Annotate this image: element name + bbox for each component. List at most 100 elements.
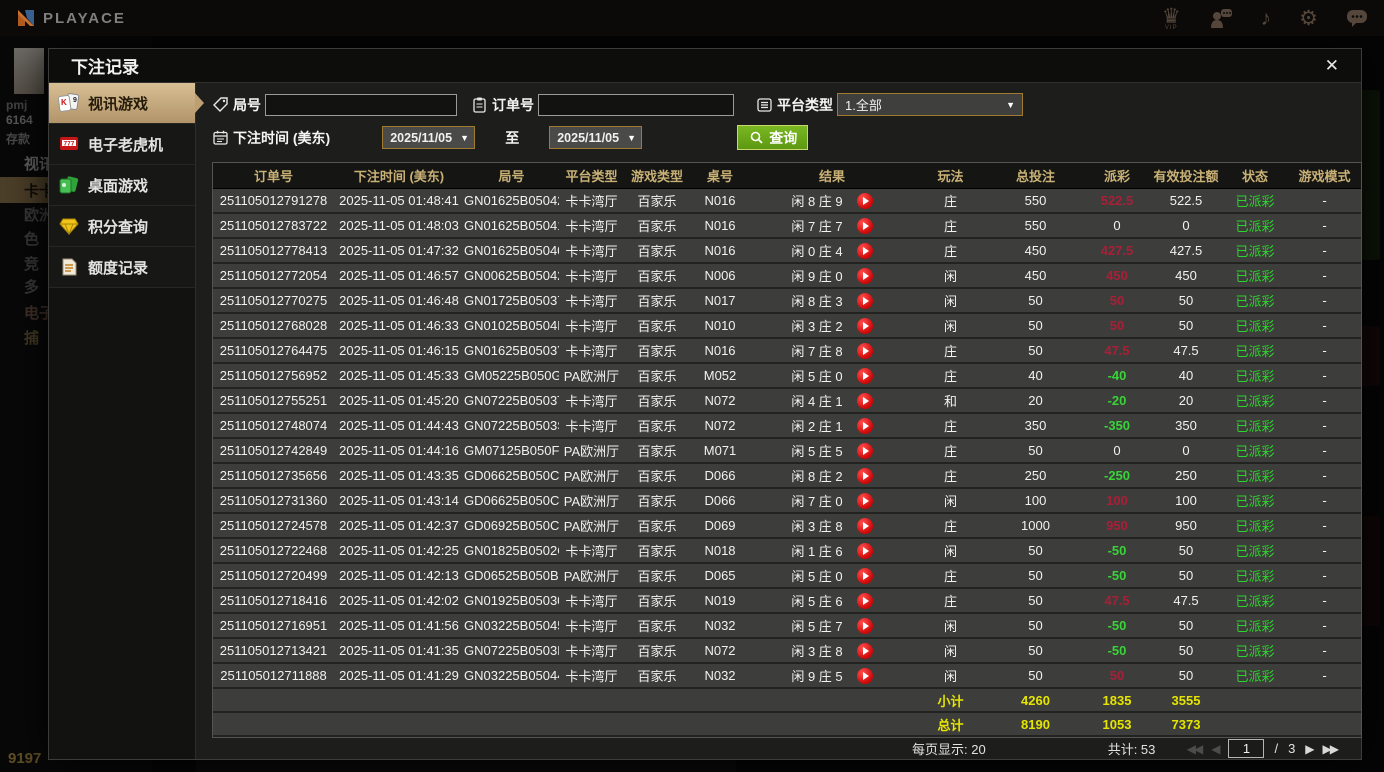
order-number-input[interactable] bbox=[538, 93, 734, 116]
replay-play-button[interactable] bbox=[856, 367, 873, 384]
result-text: 闲 5 庄 6 bbox=[791, 594, 843, 609]
replay-play-button[interactable] bbox=[856, 617, 873, 634]
cell-round-number: GN01625B05040 bbox=[464, 243, 559, 258]
col-header: 平台类型 bbox=[565, 169, 618, 184]
cell-table-number: N032 bbox=[704, 668, 736, 683]
replay-play-button[interactable] bbox=[856, 192, 873, 209]
search-button[interactable]: 查询 bbox=[737, 125, 809, 150]
replay-play-button[interactable] bbox=[856, 317, 873, 334]
tab-slots[interactable]: 777 电子老虎机 bbox=[49, 124, 195, 165]
music-icon[interactable]: ♪ bbox=[1261, 8, 1272, 29]
cell-table-number: D069 bbox=[704, 518, 736, 533]
cell-result: 闲 5 庄 0 bbox=[750, 566, 914, 585]
play-triangle-icon bbox=[862, 521, 869, 530]
total-count-label: 共计: 53 bbox=[1107, 742, 1156, 757]
replay-play-button[interactable] bbox=[856, 517, 873, 534]
cell-total-bet: 50 bbox=[1028, 593, 1043, 608]
replay-play-button[interactable] bbox=[856, 442, 873, 459]
cell-game-mode: - bbox=[1322, 493, 1327, 508]
modal-tab-column: 9 K 视讯游戏 777 电子老虎机 桌面游戏 积分查询 额度记录 bbox=[49, 83, 196, 759]
next-page-icon[interactable]: ▶ bbox=[1305, 742, 1314, 756]
first-page-icon[interactable]: ◀◀ bbox=[1187, 742, 1204, 756]
table-row: 251105012735656 2025-11-05 01:43:35 GD0662… bbox=[213, 464, 1361, 489]
tab-points-query[interactable]: 积分查询 bbox=[49, 206, 195, 247]
cell-payout: 0 bbox=[1113, 218, 1121, 233]
modal-content: 局号 订单号 平台类型 1.全部 ▼ 下注时间 (美东) 2025/11/05 … bbox=[196, 83, 1362, 759]
cell-game-mode: - bbox=[1322, 393, 1327, 408]
replay-play-button[interactable] bbox=[856, 267, 873, 284]
cell-total-bet: 50 bbox=[1028, 668, 1043, 683]
tab-live-games[interactable]: 9 K 视讯游戏 bbox=[49, 83, 195, 124]
page-number-input[interactable] bbox=[1228, 739, 1265, 758]
cell-status: 已派彩 bbox=[1235, 519, 1275, 534]
close-icon[interactable]: ✕ bbox=[1319, 54, 1345, 78]
diamond-icon bbox=[58, 216, 80, 236]
platform-type-select[interactable]: 1.全部 ▼ bbox=[837, 93, 1023, 116]
cell-game-type: 百家乐 bbox=[637, 269, 677, 284]
replay-play-button[interactable] bbox=[856, 217, 873, 234]
result-text: 闲 2 庄 1 bbox=[791, 419, 843, 434]
cell-bet-time: 2025-11-05 01:46:33 bbox=[339, 318, 459, 333]
replay-play-button[interactable] bbox=[856, 567, 873, 584]
play-triangle-icon bbox=[862, 296, 869, 305]
col-header: 下注时间 (美东) bbox=[353, 169, 445, 184]
cell-game-type: 百家乐 bbox=[637, 219, 677, 234]
tab-table-games[interactable]: 桌面游戏 bbox=[49, 165, 195, 206]
result-text: 闲 9 庄 0 bbox=[791, 269, 843, 284]
replay-play-button[interactable] bbox=[856, 292, 873, 309]
cell-play-type: 闲 bbox=[943, 619, 957, 634]
replay-play-button[interactable] bbox=[856, 667, 873, 684]
col-header: 有效投注额 bbox=[1153, 169, 1219, 184]
cell-game-type: 百家乐 bbox=[637, 419, 677, 434]
round-number-input[interactable] bbox=[265, 93, 457, 116]
cell-platform: PA欧洲厅 bbox=[563, 494, 620, 509]
support-icon[interactable] bbox=[1209, 8, 1233, 28]
replay-play-button[interactable] bbox=[856, 642, 873, 659]
chevron-down-icon: ▼ bbox=[627, 132, 637, 143]
cell-platform: PA欧洲厅 bbox=[563, 469, 620, 484]
table-row: 251105012768028 2025-11-05 01:46:33 GN0102… bbox=[213, 314, 1361, 339]
chat-icon[interactable] bbox=[1346, 9, 1368, 28]
tab-credit-records[interactable]: 额度记录 bbox=[49, 247, 195, 288]
last-page-icon[interactable]: ▶▶ bbox=[1323, 742, 1340, 756]
vip-icon[interactable]: ♛ VIP bbox=[1162, 6, 1181, 31]
settings-icon[interactable]: ⚙ bbox=[1299, 8, 1318, 29]
cell-platform: 卡卡湾厅 bbox=[565, 544, 618, 559]
replay-play-button[interactable] bbox=[856, 392, 873, 409]
replay-play-button[interactable] bbox=[856, 592, 873, 609]
replay-play-button[interactable] bbox=[856, 342, 873, 359]
cell-result: 闲 8 庄 3 bbox=[750, 291, 914, 310]
cell-round-number: GN07225B0503T bbox=[464, 393, 559, 408]
cell-play-type: 庄 bbox=[943, 194, 957, 209]
subtotal-row-total-bet: 4260 bbox=[1021, 692, 1050, 708]
cell-game-type: 百家乐 bbox=[637, 294, 677, 309]
cell-game-type: 百家乐 bbox=[637, 469, 677, 484]
cell-payout: -20 bbox=[1107, 393, 1127, 408]
cell-table-number: D065 bbox=[704, 568, 736, 583]
cell-payout: 50 bbox=[1109, 293, 1125, 308]
table-row: 251105012713421 2025-11-05 01:41:35 GN0722… bbox=[213, 639, 1361, 664]
replay-play-button[interactable] bbox=[856, 542, 873, 559]
replay-play-button[interactable] bbox=[856, 417, 873, 434]
cell-table-number: N006 bbox=[704, 268, 736, 283]
replay-play-button[interactable] bbox=[856, 492, 873, 509]
cell-status: 已派彩 bbox=[1235, 494, 1275, 509]
replay-play-button[interactable] bbox=[856, 467, 873, 484]
cell-round-number: GN00625B05042 bbox=[464, 268, 559, 283]
table-cards-icon bbox=[58, 175, 80, 195]
to-label: 至 bbox=[505, 129, 520, 146]
subtotal-row-valid-bet: 3555 bbox=[1171, 692, 1201, 708]
prev-page-icon[interactable]: ◀ bbox=[1211, 742, 1220, 756]
replay-play-button[interactable] bbox=[856, 242, 873, 259]
date-to-select[interactable]: 2025/11/05 ▼ bbox=[549, 126, 643, 149]
cell-order-number: 251105012756952 bbox=[219, 368, 328, 383]
cell-table-number: N016 bbox=[704, 343, 736, 358]
tab-label: 额度记录 bbox=[88, 259, 149, 277]
result-text: 闲 7 庄 0 bbox=[791, 494, 843, 509]
result-text: 闲 8 庄 9 bbox=[791, 194, 843, 209]
cell-round-number: GM07125B050F0 bbox=[464, 443, 559, 458]
table-header-row: 订单号 下注时间 (美东) 局号 平台类型 游戏类型 桌号 结果 玩法 总投注 … bbox=[213, 163, 1361, 189]
col-header: 总投注 bbox=[1015, 169, 1055, 184]
date-from-select[interactable]: 2025/11/05 ▼ bbox=[382, 126, 476, 149]
cell-bet-time: 2025-11-05 01:48:03 bbox=[339, 218, 459, 233]
